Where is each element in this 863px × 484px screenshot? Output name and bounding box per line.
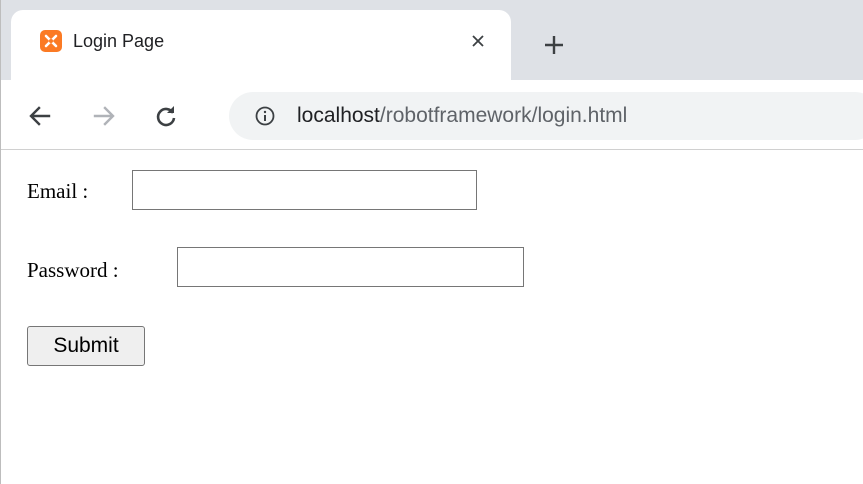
xampp-icon xyxy=(40,30,62,52)
arrow-right-icon xyxy=(93,106,115,126)
plus-icon xyxy=(545,36,563,54)
url-text[interactable]: localhost/robotframework/login.html xyxy=(297,103,627,129)
page-content: Email : Password : Submit xyxy=(1,150,863,484)
url-path: /robotframework/login.html xyxy=(379,104,628,127)
password-label: Password : xyxy=(27,258,119,282)
password-input[interactable] xyxy=(177,247,524,287)
info-icon[interactable] xyxy=(253,104,277,128)
email-label: Email : xyxy=(27,179,89,203)
back-button[interactable] xyxy=(24,100,56,132)
submit-button[interactable]: Submit xyxy=(27,326,145,366)
browser-window: Login Page localhost/robotframework/logi… xyxy=(0,0,863,484)
url-host: localhost xyxy=(297,104,380,127)
arrow-left-icon xyxy=(29,106,51,126)
reload-button[interactable] xyxy=(150,100,182,132)
forward-button[interactable] xyxy=(88,100,120,132)
tab-strip: Login Page xyxy=(1,0,863,80)
browser-toolbar: localhost/robotframework/login.html xyxy=(1,80,863,150)
tab-login-page[interactable]: Login Page xyxy=(11,10,511,80)
address-bar[interactable]: localhost/robotframework/login.html xyxy=(229,92,863,140)
reload-icon xyxy=(156,106,176,127)
new-tab-button[interactable] xyxy=(538,29,570,61)
tab-title: Login Page xyxy=(73,31,165,51)
email-input[interactable] xyxy=(132,170,477,210)
close-tab-icon[interactable] xyxy=(466,29,490,53)
